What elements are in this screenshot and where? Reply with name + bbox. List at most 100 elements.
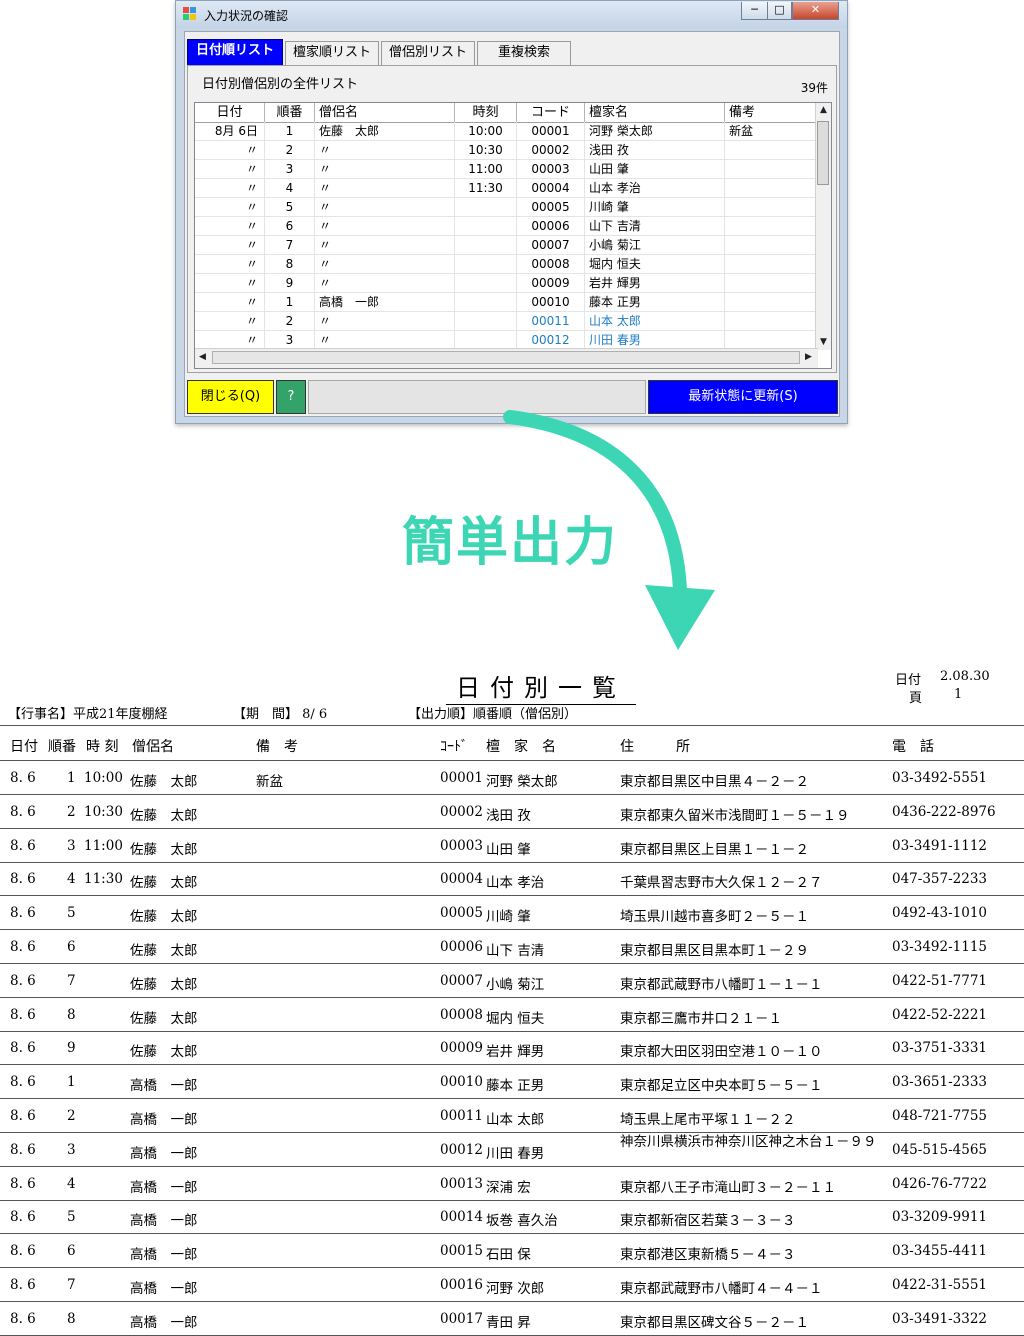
tab-date-order[interactable]: 日付順リスト [187, 39, 283, 66]
maximize-button[interactable]: □ [767, 2, 792, 20]
grid-cell-no: 3 [265, 160, 315, 178]
title-bar[interactable]: 入力状況の確認 ─ □ ✕ [176, 1, 847, 28]
grid-row[interactable]: 〃 5 〃 00005 川崎 肇 [195, 198, 818, 217]
grid-cell-no: 4 [265, 179, 315, 197]
report-cell-code: 00015 [440, 1243, 483, 1260]
grid-cell-no: 2 [265, 141, 315, 159]
report-cell-address: 埼玉県川越市喜多町２－５－１ [620, 909, 809, 926]
grid-row[interactable]: 〃 7 〃 00007 小嶋 菊江 [195, 236, 818, 255]
report-page-label: 頁 [909, 691, 923, 706]
report-cell-address: 東京都新宿区若葉３－３－３ [620, 1213, 796, 1230]
grid-cell-note [725, 198, 818, 216]
report-cell-no: 1 [67, 1074, 76, 1091]
grid-cell-priest: 〃 [315, 160, 455, 178]
scroll-right-icon[interactable]: ▶ [801, 349, 816, 366]
report-cell-code: 00009 [440, 1040, 483, 1057]
grid-row[interactable]: 〃 2 〃 10:30 00002 浅田 孜 [195, 141, 818, 160]
report-cell-date: 8. 6 [10, 871, 36, 888]
report-cell-address: 東京都大田区羽田空港１０－１０ [620, 1044, 823, 1061]
col-header-priest[interactable]: 僧侶名 [315, 103, 455, 122]
report-row: 8. 6 4 11:30 佐藤 太郎 00004 山本 孝治 千葉県習志野市大久保１２－２７… [0, 862, 1024, 897]
report-cell-priest: 佐藤 太郎 [130, 1010, 198, 1027]
report-cell-priest: 高橋 一郎 [130, 1078, 198, 1095]
minimize-button[interactable]: ─ [741, 2, 767, 20]
scroll-thumb[interactable] [817, 121, 829, 185]
col-header-no[interactable]: 順番 [265, 103, 315, 122]
col-header-note[interactable]: 備考 [725, 103, 818, 122]
vertical-scrollbar[interactable]: ▲ ▼ [815, 103, 831, 350]
grid-row[interactable]: 〃 2 〃 00011 山本 太郎 [195, 312, 818, 331]
grid-row[interactable]: 〃 4 〃 11:30 00004 山本 孝治 [195, 179, 818, 198]
report-cell-no: 3 [67, 837, 76, 854]
scroll-up-icon[interactable]: ▲ [816, 103, 831, 118]
help-button[interactable]: ? [276, 380, 306, 414]
grid-cell-priest: 〃 [315, 255, 455, 273]
report-cell-code: 00014 [440, 1209, 483, 1226]
scroll-left-icon[interactable]: ◀ [195, 349, 210, 366]
report-header-no: 順番 [48, 739, 76, 755]
tab-priest-order[interactable]: 僧侶別リスト [381, 41, 475, 65]
record-count: 39件 [800, 81, 828, 95]
report-row: 8. 6 6 佐藤 太郎 00006 山下 吉清 東京都目黒区目黒本町１－２９ 03-349… [0, 930, 1024, 964]
close-window-button[interactable]: ✕ [792, 2, 839, 20]
grid-cell-no: 3 [265, 331, 315, 349]
report-cell-phone: 0422-52-2221 [892, 1006, 988, 1023]
grid-row[interactable]: 〃 3 〃 11:00 00003 山田 肇 [195, 160, 818, 179]
tab-duplicate-search[interactable]: 重複検索 [477, 41, 571, 65]
col-header-family[interactable]: 檀家名 [585, 103, 725, 122]
report-cell-phone: 03-3455-4411 [892, 1243, 988, 1260]
report-cell-date: 8. 6 [10, 770, 36, 786]
col-header-date[interactable]: 日付 [195, 103, 265, 122]
report-cell-address: 東京都港区東新橋５－４－３ [620, 1247, 796, 1264]
report-row: 8. 6 3 11:00 佐藤 太郎 00003 山田 肇 東京都目黒区上目黒１－１－２ 03… [0, 829, 1024, 863]
report-cell-date: 8. 6 [10, 803, 36, 820]
report-cell-no: 1 [67, 770, 76, 786]
report-cell-date: 8. 6 [10, 1209, 36, 1226]
report-cell-phone: 03-3651-2333 [892, 1074, 988, 1091]
grid-cell-note [725, 179, 818, 197]
scroll-down-icon[interactable]: ▼ [816, 335, 831, 350]
report-cell-address: 東京都三鷹市井口２１－１ [620, 1010, 782, 1027]
horizontal-scrollbar[interactable]: ◀ ▶ [195, 348, 818, 368]
grid-cell-code: 00010 [517, 293, 585, 311]
close-button[interactable]: 閉じる(Q) [187, 380, 274, 414]
grid-cell-code: 00005 [517, 198, 585, 216]
report-cell-note: 新盆 [256, 774, 283, 790]
refresh-button-label: 最新状態に更新(S) [688, 389, 798, 404]
report-cell-time: 11:00 [84, 837, 123, 854]
grid-cell-priest: 〃 [315, 236, 455, 254]
tab-family-order[interactable]: 檀家順リスト [285, 41, 379, 65]
grid-row[interactable]: 〃 1 高橋 一郎 00010 藤本 正男 [195, 293, 818, 312]
report-header-address: 住 所 [620, 739, 690, 755]
report-cell-phone: 03-3751-3331 [892, 1040, 988, 1057]
grid-row[interactable]: 〃 8 〃 00008 堀内 恒夫 [195, 255, 818, 274]
report-cell-no: 7 [67, 1277, 76, 1293]
report-cell-name: 河野 榮太郎 [486, 774, 558, 790]
col-header-code[interactable]: コード [517, 103, 585, 122]
report-rule-top [0, 725, 1024, 726]
grid-row[interactable]: 〃 6 〃 00006 山下 吉清 [195, 217, 818, 236]
col-header-time[interactable]: 時刻 [455, 103, 517, 122]
grid-row[interactable]: 8月 6日 1 佐藤 太郎 10:00 00001 河野 榮太郎 新盆 [195, 122, 818, 141]
grid-cell-note [725, 236, 818, 254]
grid-cell-priest: 佐藤 太郎 [315, 122, 455, 140]
grid-cell-priest: 〃 [315, 274, 455, 292]
grid-cell-date: 〃 [195, 141, 265, 159]
report-cell-priest: 高橋 一郎 [130, 1281, 198, 1297]
panel-title: 日付別僧侶別の全件リスト [202, 77, 359, 92]
window-client: 日付順リスト 檀家順リスト 僧侶別リスト 重複検索 日付別僧侶別の全件リスト 3… [184, 31, 840, 417]
record-grid[interactable]: 日付 順番 僧侶名 時刻 コード 檀家名 備考 8月 6日 1 佐藤 太郎 10:00… [194, 102, 832, 369]
report-cell-code: 00012 [440, 1141, 483, 1158]
report-cell-code: 00002 [440, 803, 483, 820]
report-cell-priest: 佐藤 太郎 [130, 943, 198, 959]
report-header-priest: 僧侶名 [132, 739, 174, 755]
report-row: 8. 6 1 高橋 一郎 00010 藤本 正男 東京都足立区中央本町５－５－１ 03-36… [0, 1065, 1024, 1100]
grid-cell-date: 〃 [195, 198, 265, 216]
grid-cell-code: 00003 [517, 160, 585, 178]
grid-cell-time [455, 293, 517, 311]
grid-row[interactable]: 〃 9 〃 00009 岩井 輝男 [195, 274, 818, 293]
report-cell-no: 5 [67, 1209, 76, 1226]
report-header-name: 檀 家 名 [486, 739, 556, 755]
grid-cell-date: 〃 [195, 217, 265, 235]
horizontal-scroll-thumb[interactable] [212, 351, 800, 364]
